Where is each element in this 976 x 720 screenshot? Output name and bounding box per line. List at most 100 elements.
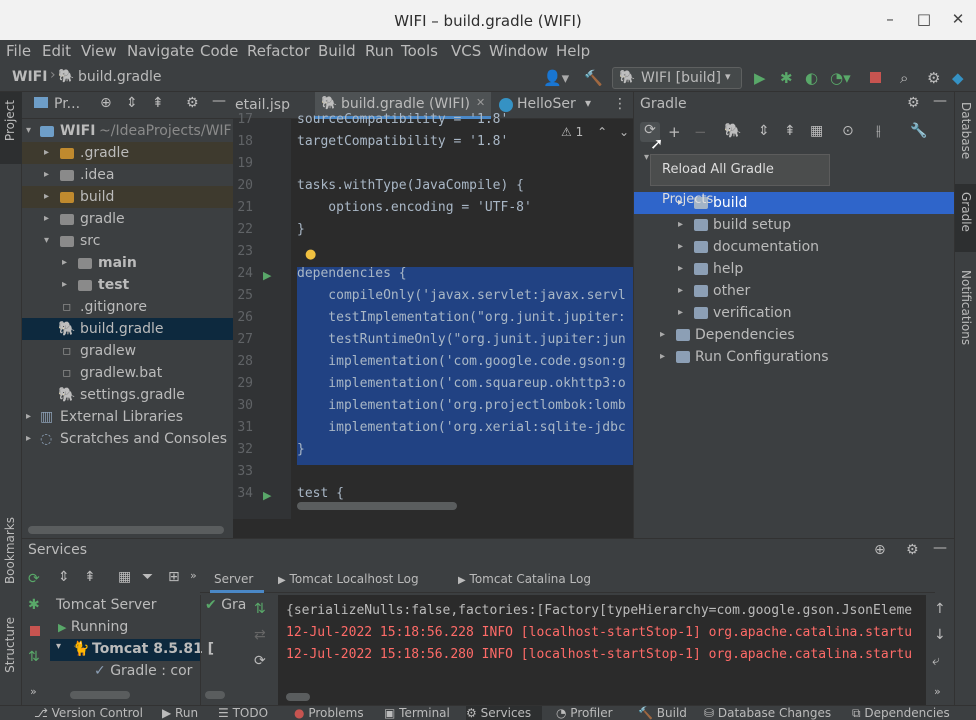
group-by-icon[interactable]: ▦ xyxy=(118,569,131,585)
horizontal-scrollbar[interactable] xyxy=(70,691,130,699)
tool-dependencies[interactable]: ⧉ Dependencies xyxy=(852,706,950,720)
chevron-down-icon[interactable]: ⌄ xyxy=(619,125,629,139)
add-icon[interactable]: ⊞ xyxy=(168,569,180,585)
tab-notifications[interactable]: Notifications xyxy=(959,270,973,345)
menu-view[interactable]: View xyxy=(81,42,117,60)
horizontal-scrollbar[interactable] xyxy=(28,526,224,534)
menu-navigate[interactable]: Navigate xyxy=(127,42,194,60)
collapse-all-icon[interactable]: ⇞ xyxy=(84,569,96,585)
expand-all-icon[interactable]: ⇕ xyxy=(758,123,770,139)
debug-icon[interactable]: ✱ xyxy=(780,69,793,87)
menu-vcs[interactable]: VCS xyxy=(451,42,481,60)
tab-tomcat-localhost-log[interactable]: ▶ Tomcat Localhost Log xyxy=(278,572,419,586)
tree-item-gradle[interactable]: ▸ gradle xyxy=(22,208,233,230)
deploy-icon[interactable]: ⇅ xyxy=(28,649,40,665)
menu-help[interactable]: Help xyxy=(556,42,590,60)
stop-icon[interactable] xyxy=(30,626,40,636)
plus-icon[interactable]: + xyxy=(668,123,681,141)
minimize-icon[interactable]: – xyxy=(880,10,900,28)
offline-mode-icon[interactable]: ⫲ xyxy=(876,123,881,139)
menu-refactor[interactable]: Refactor xyxy=(247,42,310,60)
tree-item-gradle-artifact[interactable]: ✓ Gradle : cor xyxy=(94,663,200,679)
rerun-icon[interactable]: ⟳ xyxy=(28,571,40,587)
tab-server[interactable]: Server xyxy=(214,572,253,586)
breadcrumb-project[interactable]: WIFI xyxy=(12,69,47,85)
minus-icon[interactable]: − xyxy=(694,123,707,141)
tree-item-external-libraries[interactable]: ▸ ▥ External Libraries xyxy=(22,406,233,428)
console-output[interactable]: {serializeNulls:false,factories:[Factory… xyxy=(278,595,926,705)
run-gutter-icon[interactable]: ▶ xyxy=(263,489,271,502)
tab-helloservlet[interactable]: HelloSer xyxy=(499,92,593,119)
horizontal-scrollbar[interactable] xyxy=(297,502,457,510)
tree-item-src[interactable]: ▾ src xyxy=(22,230,233,252)
arrow-up-icon[interactable]: ↑ xyxy=(934,601,946,617)
tool-build[interactable]: 🔨 Build xyxy=(638,706,687,720)
breadcrumb-file[interactable]: build.gradle xyxy=(78,69,162,85)
tool-run[interactable]: ▶ Run xyxy=(162,706,198,720)
menu-tools[interactable]: Tools xyxy=(401,42,438,60)
tree-item-tomcat[interactable]: ▾ 🐈 Tomcat 8.5.81 [ xyxy=(50,639,214,661)
maximize-icon[interactable]: □ xyxy=(914,10,934,28)
wrench-icon[interactable]: 🔧 xyxy=(910,123,927,139)
user-icon[interactable]: 👤▾ xyxy=(543,69,569,87)
tree-item-main[interactable]: ▸ main xyxy=(22,252,233,274)
gradle-group-dependencies[interactable]: ▸ Dependencies xyxy=(634,324,954,346)
expand-all-icon[interactable]: ⇕ xyxy=(58,569,70,585)
gear-icon[interactable]: ⚙ xyxy=(907,95,920,111)
tab-gradle[interactable]: Gradle xyxy=(959,192,973,232)
tree-item-gradle-dir[interactable]: ▸ .gradle xyxy=(22,142,233,164)
execute-task-icon[interactable]: 🐘 xyxy=(724,123,741,139)
chevron-down-icon[interactable]: ▾ xyxy=(585,96,591,110)
run-config-select[interactable]: 🐘 WIFI [build] ▾ xyxy=(612,67,742,89)
chevron-up-icon[interactable]: ⌃ xyxy=(597,125,607,139)
tab-structure[interactable]: Structure xyxy=(3,617,17,673)
tab-bookmarks[interactable]: Bookmarks xyxy=(3,517,17,584)
group-tasks-icon[interactable]: ▦ xyxy=(810,123,823,139)
tree-item-test[interactable]: ▸ test xyxy=(22,274,233,296)
tree-item-gradlew-bat[interactable]: ▫ gradlew.bat xyxy=(22,362,233,384)
lightbulb-icon[interactable]: ● xyxy=(305,247,316,262)
tab-project[interactable]: Project xyxy=(3,100,17,141)
debug-icon[interactable]: ✱ xyxy=(28,597,40,613)
hide-icon[interactable]: — xyxy=(212,93,226,109)
gear-icon[interactable]: ⚙ xyxy=(927,69,940,87)
run-gutter-icon[interactable]: ▶ xyxy=(263,269,271,282)
collapse-all-icon[interactable]: ⇞ xyxy=(784,123,796,139)
hammer-icon[interactable]: 🔨 xyxy=(584,69,603,87)
tool-database-changes[interactable]: ⛁ Database Changes xyxy=(704,706,831,720)
hide-icon[interactable]: — xyxy=(933,93,947,109)
tree-item-scratches[interactable]: ▸ ◌ Scratches and Consoles xyxy=(22,428,233,450)
more-icon[interactable]: ⋮ xyxy=(613,96,627,112)
tree-item-gitignore[interactable]: ▫ .gitignore xyxy=(22,296,233,318)
tree-item-settings-gradle[interactable]: 🐘 settings.gradle xyxy=(22,384,233,406)
filter-icon[interactable]: ⏷ xyxy=(142,569,153,585)
arrow-down-icon[interactable]: ↓ xyxy=(934,627,946,643)
menu-build[interactable]: Build xyxy=(318,42,356,60)
crosshair-icon[interactable]: ⊕ xyxy=(100,95,112,111)
profile-icon[interactable]: ◔▾ xyxy=(830,69,851,87)
project-panel-title[interactable]: Pr... xyxy=(54,96,80,112)
more-icon[interactable]: » xyxy=(934,685,941,698)
analyze-dependencies-icon[interactable]: ⊙ xyxy=(842,123,854,139)
tree-item-root[interactable]: ▾ WIFI ~/IdeaProjects/WIF xyxy=(22,120,233,142)
search-icon[interactable]: ⌕ xyxy=(900,69,908,87)
gear-icon[interactable]: ⚙ xyxy=(906,542,919,558)
undeploy-icon[interactable]: ⇄ xyxy=(254,627,266,643)
gradle-group-run-configurations[interactable]: ▸ Run Configurations xyxy=(634,346,954,368)
inspection-widget[interactable]: ⚠ 1 ⌃ ⌄ xyxy=(561,125,629,139)
tool-services[interactable]: ⚙ Services xyxy=(466,706,542,720)
menu-edit[interactable]: Edit xyxy=(42,42,71,60)
gradle-task-build-setup[interactable]: ▸ build setup xyxy=(634,214,954,236)
gradle-task-documentation[interactable]: ▸ documentation xyxy=(634,236,954,258)
tree-item-build-gradle[interactable]: 🐘 build.gradle xyxy=(22,318,233,340)
menu-run[interactable]: Run xyxy=(365,42,394,60)
more-icon[interactable]: » xyxy=(190,569,197,582)
close-icon[interactable]: ✕ xyxy=(476,96,485,109)
more-icon[interactable]: » xyxy=(30,685,37,698)
add-service-icon[interactable]: ⊕ xyxy=(874,542,886,558)
menu-code[interactable]: Code xyxy=(200,42,238,60)
tree-item-idea[interactable]: ▸ .idea xyxy=(22,164,233,186)
tree-item-running[interactable]: ▶ Running xyxy=(58,619,128,635)
coverage-icon[interactable]: ◐ xyxy=(805,69,818,87)
tool-todo[interactable]: ☰ TODO xyxy=(218,706,268,720)
